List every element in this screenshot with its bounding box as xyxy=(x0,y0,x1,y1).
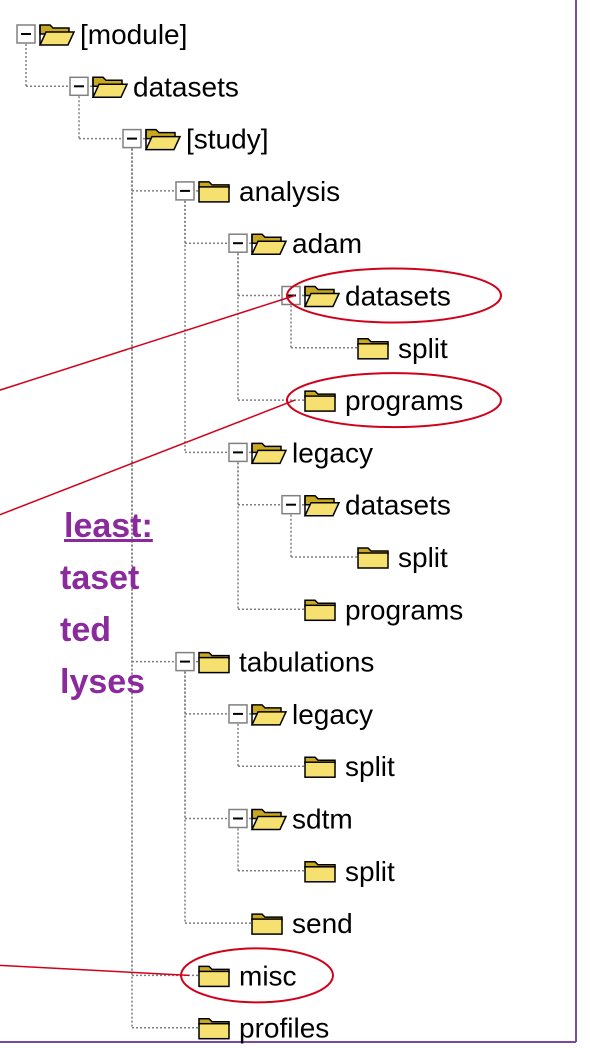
caption-line-2: taset xyxy=(60,559,140,597)
tree-node[interactable]: [module] xyxy=(16,19,187,50)
folder-icon xyxy=(198,651,230,674)
caption-line-3: ted xyxy=(60,611,111,649)
tree-node-label[interactable]: adam xyxy=(292,228,362,259)
tree-node-label[interactable]: sdtm xyxy=(292,804,353,835)
tree-node-label[interactable]: legacy xyxy=(292,699,373,730)
tree-node-label[interactable]: send xyxy=(292,908,353,939)
open-folder-icon xyxy=(91,76,129,99)
tree-node-label[interactable]: datasets xyxy=(133,71,239,102)
tree-node-label[interactable]: split xyxy=(398,333,448,364)
tree-node[interactable]: datasets xyxy=(281,490,451,521)
tree-node-label[interactable]: [module] xyxy=(80,19,187,50)
tree-node[interactable]: analysis xyxy=(175,176,340,207)
tree-node-label[interactable]: misc xyxy=(239,960,297,991)
tree-node-label[interactable]: analysis xyxy=(239,176,340,207)
tree-node[interactable]: split xyxy=(304,751,395,782)
tree-node-label[interactable]: programs xyxy=(345,594,463,625)
tree-node[interactable]: datasets xyxy=(281,267,502,324)
tree-node[interactable]: tabulations xyxy=(175,647,374,678)
caption-line-4: lyses xyxy=(60,663,146,701)
folder-icon xyxy=(304,756,336,778)
open-folder-icon xyxy=(38,24,76,46)
open-folder-icon xyxy=(303,494,341,517)
open-folder-icon xyxy=(250,442,288,465)
tree-node[interactable]: split xyxy=(357,333,448,364)
tree-node-label[interactable]: tabulations xyxy=(239,647,374,678)
tree-node[interactable]: datasets xyxy=(69,71,239,102)
tree-node[interactable]: adam xyxy=(228,228,362,259)
folder-icon xyxy=(198,181,230,203)
tree-node[interactable]: sdtm xyxy=(228,804,353,835)
tree-node[interactable]: programs xyxy=(304,594,463,625)
caption-line-1: least: xyxy=(64,507,153,545)
tree-node[interactable]: programs xyxy=(286,372,502,429)
tree-node[interactable]: profiles xyxy=(198,1013,329,1044)
tree-node-label[interactable]: legacy xyxy=(292,437,373,468)
open-folder-icon xyxy=(250,233,288,255)
tree-node-label[interactable]: programs xyxy=(345,385,463,416)
tree-node[interactable]: split xyxy=(304,856,395,887)
open-folder-icon xyxy=(303,285,341,308)
folder-icon xyxy=(198,965,230,988)
open-folder-icon xyxy=(250,704,288,726)
open-folder-icon xyxy=(250,808,288,831)
folder-icon xyxy=(251,913,283,935)
folder-icon xyxy=(304,599,336,622)
tree-node-label[interactable]: [study] xyxy=(186,124,268,155)
folder-icon xyxy=(304,861,336,883)
folder-icon xyxy=(357,547,389,569)
callout-lines xyxy=(0,294,296,977)
tree-node-label[interactable]: profiles xyxy=(239,1013,329,1044)
tree-node[interactable]: send xyxy=(251,908,353,939)
folder-icon xyxy=(198,1017,230,1040)
folder-icon xyxy=(304,390,336,412)
tree-node-label[interactable]: split xyxy=(345,856,395,887)
tree-node-label[interactable]: split xyxy=(345,751,395,782)
tree-node[interactable]: misc xyxy=(180,947,334,1004)
open-folder-icon xyxy=(144,128,182,151)
tree-node-label[interactable]: datasets xyxy=(345,490,451,521)
tree-node-label[interactable]: split xyxy=(398,542,448,573)
tree-node[interactable]: split xyxy=(357,542,448,573)
tree-node-label[interactable]: datasets xyxy=(345,281,451,312)
folder-icon xyxy=(357,338,389,360)
